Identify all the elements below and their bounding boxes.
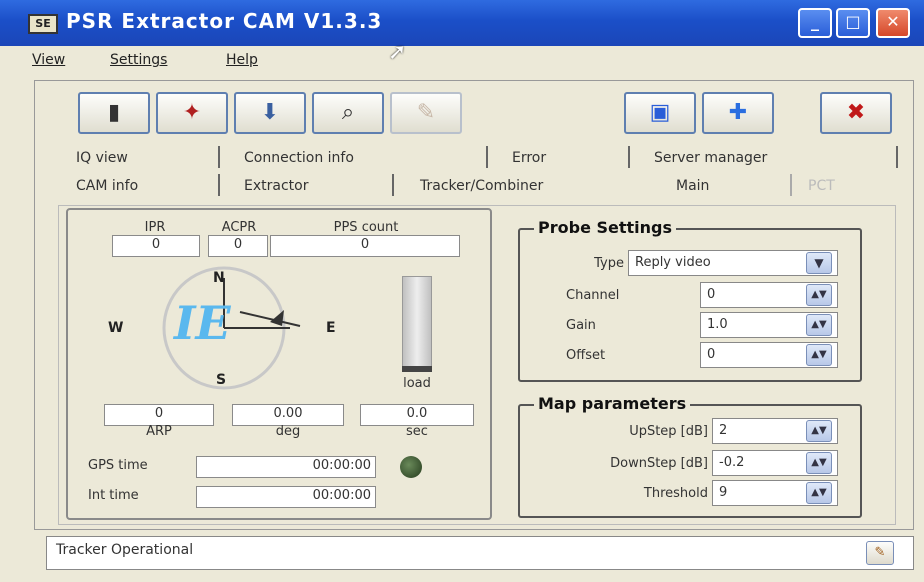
tab-separator [790,174,792,196]
menu-settings[interactable]: Settings [110,52,167,68]
acpr-value: 0 [208,235,268,257]
menu-view[interactable]: View [32,52,65,68]
map-parameters-title: Map parameters [534,394,691,413]
offset-label: Offset [566,348,606,363]
upstep-spinner-icon[interactable]: ▲▼ [806,420,832,442]
compass-north: N [213,270,225,286]
tab-separator [486,146,488,168]
gain-spinner-icon[interactable]: ▲▼ [806,314,832,336]
threshold-label: Threshold [643,486,708,501]
menu-help[interactable]: Help [226,52,258,68]
load-label: load [403,376,431,391]
compass-west: W [108,320,124,336]
maximize-button[interactable]: □ [836,8,870,38]
channel-spinner-icon[interactable]: ▲▼ [806,284,832,306]
tab-separator [896,146,898,168]
gps-time-value: 00:00:00 [196,456,376,478]
tab-extractor[interactable]: Extractor [244,178,308,194]
tab-iq-view[interactable]: IQ view [76,150,128,166]
load-bar [402,276,432,372]
tab-separator [628,146,630,168]
type-label: Type [594,256,624,271]
status-action-button[interactable]: ✎ [866,541,894,565]
arp-label: ARP [146,424,172,439]
sec-label: sec [406,424,428,439]
downstep-spinner-icon[interactable]: ▲▼ [806,452,832,474]
export-icon[interactable]: ⬇ [234,92,306,134]
pps-label: PPS count [333,220,399,235]
int-time-label: Int time [88,488,139,503]
acpr-label: ACPR [221,220,257,235]
chevron-down-icon[interactable]: ▼ [806,252,832,274]
puzzle-icon[interactable]: ✚ [702,92,774,134]
compass-south: S [216,372,227,388]
upstep-label: UpStep [dB] [629,424,708,439]
ipr-label: IPR [144,220,166,235]
probe-settings-title: Probe Settings [534,218,677,237]
channel-label: Channel [566,288,620,303]
sec-value: 0.0 [360,404,474,426]
tab-connection-info[interactable]: Connection info [244,150,354,166]
tab-main[interactable]: Main [676,178,709,194]
search-icon[interactable]: ⌕ [312,92,384,134]
app-icon: SE [28,14,58,34]
monitor-icon[interactable]: ▣ [624,92,696,134]
gain-label: Gain [566,318,596,333]
tab-cam-info[interactable]: CAM info [76,178,138,194]
type-select-value: Reply video [635,255,711,270]
disabled-tool-icon[interactable]: ✎ [390,92,462,134]
tab-server-manager[interactable]: Server manager [654,150,767,166]
minimize-button[interactable]: _ [798,8,832,38]
deg-label: deg [275,424,301,439]
tab-error[interactable]: Error [512,150,546,166]
window-title: PSR Extractor CAM V1.3.3 [66,9,383,33]
int-time-value: 00:00:00 [196,486,376,508]
gps-time-label: GPS time [88,458,148,473]
tab-separator [218,174,220,196]
deg-value: 0.00 [232,404,344,426]
threshold-spinner-icon[interactable]: ▲▼ [806,482,832,504]
compass-east: E [326,320,336,336]
pps-value: 0 [270,235,460,257]
arp-value: 0 [104,404,214,426]
ipr-value: 0 [112,235,200,257]
tab-tracker-combiner[interactable]: Tracker/Combiner [420,178,543,194]
tab-separator [392,174,394,196]
downstep-label: DownStep [dB] [610,456,708,471]
tab-pct[interactable]: PCT [808,178,835,194]
close-window-button[interactable]: ✕ [876,8,910,38]
ie-logo-icon: IE [174,296,231,350]
status-text: Tracker Operational [56,542,194,558]
close-icon[interactable]: ✖ [820,92,892,134]
offset-spinner-icon[interactable]: ▲▼ [806,344,832,366]
status-led-icon [400,456,422,478]
plugin-icon[interactable]: ✦ [156,92,228,134]
load-bar-fill [402,366,432,372]
tab-separator [218,146,220,168]
film-icon[interactable]: ▮ [78,92,150,134]
